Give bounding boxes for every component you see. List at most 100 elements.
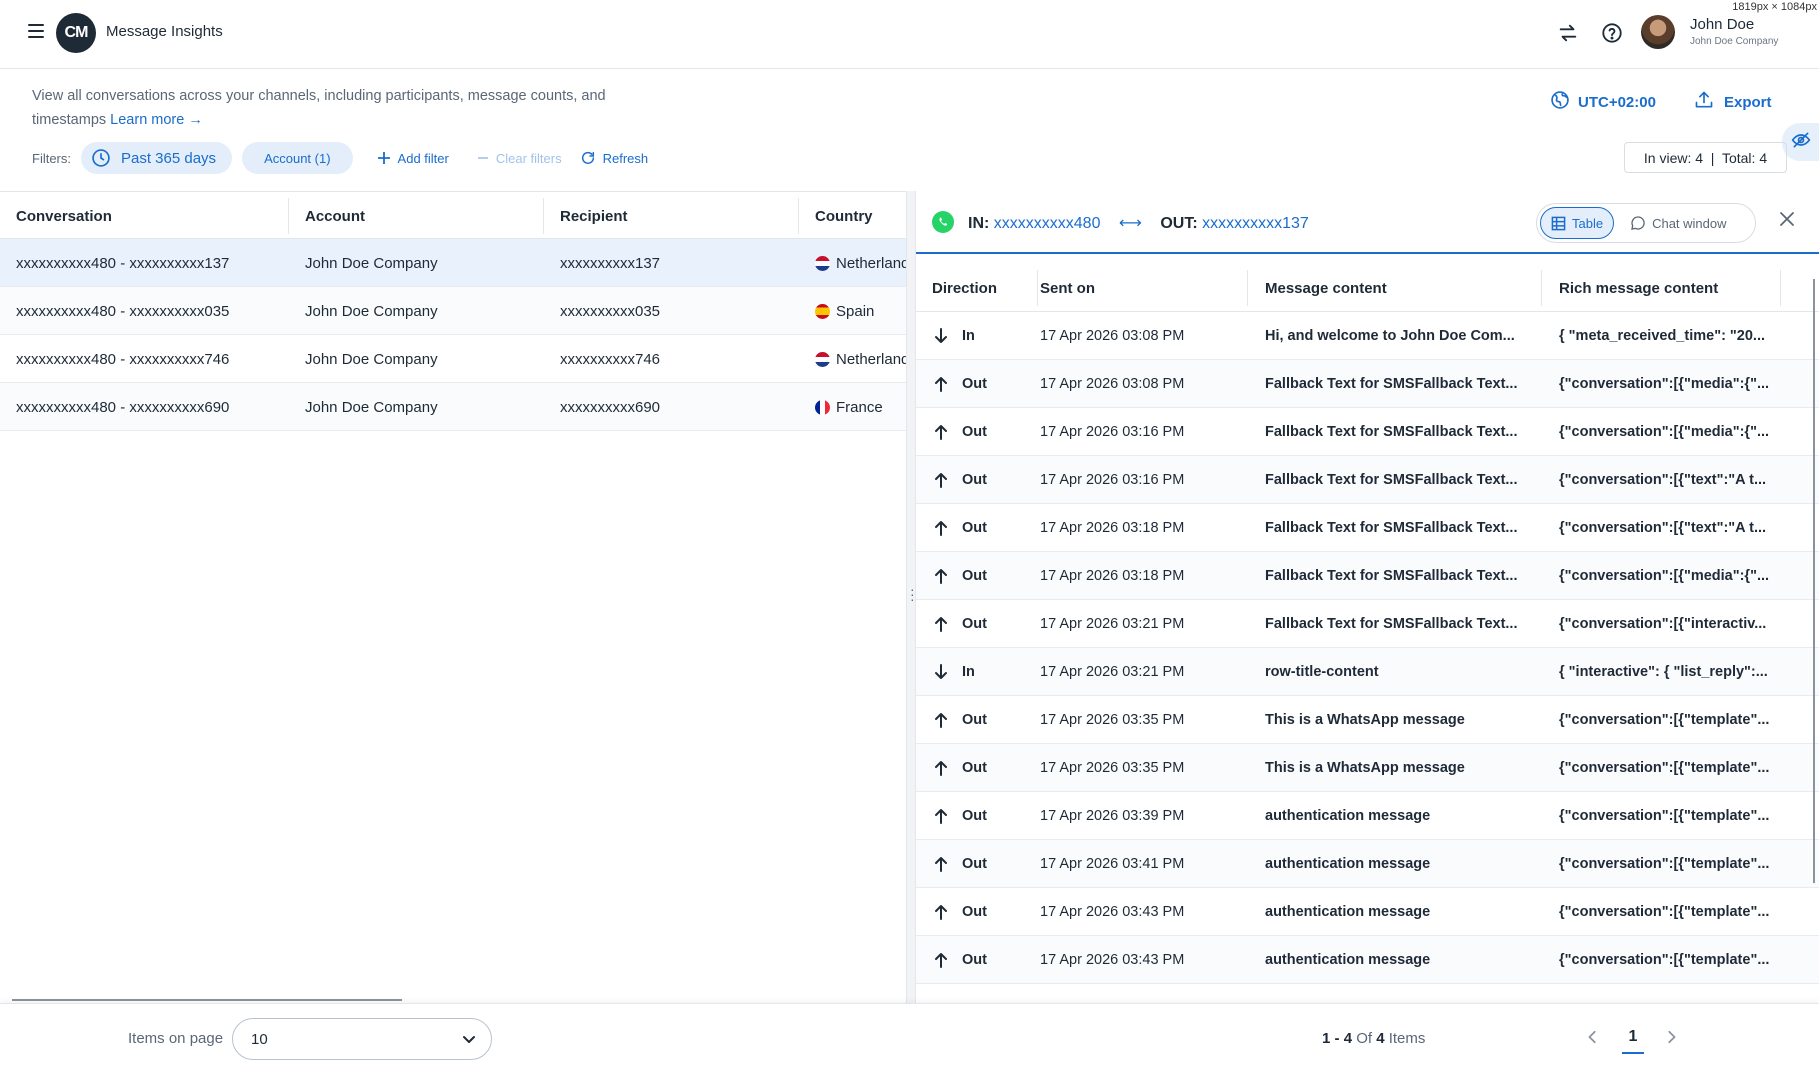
hide-panel-button[interactable] bbox=[1782, 123, 1819, 161]
sent-on-cell: 17 Apr 2026 03:08 PM bbox=[1040, 376, 1185, 392]
table-row[interactable]: Out 17 Apr 2026 03:39 PM authentication me… bbox=[916, 792, 1819, 840]
account-filter-chip[interactable]: Account (1) bbox=[242, 142, 353, 174]
column-header-recipient[interactable]: Recipient bbox=[560, 192, 800, 240]
sent-on-cell: 17 Apr 2026 03:39 PM bbox=[1040, 808, 1185, 824]
in-view-total: In view: 4 | Total: 4 bbox=[1624, 142, 1787, 173]
column-header-conversation[interactable]: Conversation bbox=[16, 192, 286, 240]
sent-on-cell: 17 Apr 2026 03:18 PM bbox=[1040, 520, 1185, 536]
chevron-right-icon[interactable] bbox=[1658, 1024, 1684, 1050]
message-content-cell: Fallback Text for SMSFallback Text... bbox=[1265, 568, 1518, 584]
country-name: Netherlands bbox=[836, 350, 906, 368]
whatsapp-icon bbox=[932, 211, 954, 233]
globe-icon bbox=[1550, 90, 1570, 114]
table-row[interactable]: Out 17 Apr 2026 03:43 PM authentication me… bbox=[916, 888, 1819, 936]
help-circle-icon[interactable] bbox=[1599, 20, 1625, 46]
refresh-button[interactable]: Refresh bbox=[580, 150, 648, 166]
table-row[interactable]: In 17 Apr 2026 03:21 PM row-title-content {… bbox=[916, 648, 1819, 696]
table-row[interactable]: xxxxxxxxxx480 - xxxxxxxxxx137 John Doe C… bbox=[0, 239, 906, 287]
refresh-icon bbox=[580, 150, 596, 166]
table-row[interactable]: xxxxxxxxxx480 - xxxxxxxxxx690 John Doe C… bbox=[0, 383, 906, 431]
conversation-detail-panel: IN: xxxxxxxxxx480 ⟷ OUT: xxxxxxxxxx137 T… bbox=[916, 191, 1819, 1003]
table-row[interactable]: Out 17 Apr 2026 03:18 PM Fallback Text for… bbox=[916, 504, 1819, 552]
vertical-scrollbar[interactable] bbox=[1813, 279, 1815, 883]
user-name[interactable]: John Doe bbox=[1690, 16, 1754, 33]
direction-label: Out bbox=[962, 856, 987, 872]
screen-size-label: 1819px × 1084px bbox=[1732, 1, 1817, 13]
column-header-rich-message-content[interactable]: Rich message content bbox=[1559, 264, 1789, 312]
top-bar: CM Message Insights John Doe John Doe Co… bbox=[0, 0, 1819, 69]
items-on-page-label: Items on page bbox=[128, 1030, 224, 1047]
horizontal-scrollbar[interactable] bbox=[12, 999, 402, 1001]
chevron-left-icon[interactable] bbox=[1580, 1024, 1606, 1050]
message-content-cell: Fallback Text for SMSFallback Text... bbox=[1265, 520, 1518, 536]
table-row[interactable]: In 17 Apr 2026 03:08 PM Hi, and welcome to… bbox=[916, 312, 1819, 360]
rich-message-content-cell: {"conversation":[{"interactiv... bbox=[1559, 616, 1767, 632]
table-row[interactable]: Out 17 Apr 2026 03:16 PM Fallback Text for… bbox=[916, 408, 1819, 456]
direction-label: Out bbox=[962, 376, 987, 392]
table-row[interactable]: Out 17 Apr 2026 03:08 PM Fallback Text for… bbox=[916, 360, 1819, 408]
date-range-chip[interactable]: Past 365 days bbox=[81, 142, 233, 174]
country-name: France bbox=[836, 398, 883, 416]
conversation-cell: xxxxxxxxxx480 - xxxxxxxxxx137 bbox=[16, 254, 230, 272]
in-number: xxxxxxxxxx480 bbox=[993, 215, 1101, 232]
column-header-country[interactable]: Country bbox=[815, 192, 906, 240]
conversation-cell: xxxxxxxxxx480 - xxxxxxxxxx035 bbox=[16, 302, 230, 320]
sent-on-cell: 17 Apr 2026 03:21 PM bbox=[1040, 616, 1185, 632]
country-cell: France bbox=[815, 383, 906, 431]
column-header-direction[interactable]: Direction bbox=[932, 264, 1032, 312]
range-suffix: Items bbox=[1384, 1030, 1426, 1047]
arrow-up-icon bbox=[934, 856, 948, 872]
items-per-page-select[interactable]: 10 bbox=[232, 1018, 492, 1060]
column-header-message-content[interactable]: Message content bbox=[1265, 264, 1535, 312]
detail-header: IN: xxxxxxxxxx480 ⟷ OUT: xxxxxxxxxx137 T… bbox=[916, 191, 1819, 254]
pagination-footer: Items on page 10 1 - 4 Of 4 Items 1 bbox=[0, 1003, 1819, 1073]
clear-filters-button[interactable]: Clear filters bbox=[477, 151, 562, 166]
table-row[interactable]: xxxxxxxxxx480 - xxxxxxxxxx746 John Doe C… bbox=[0, 335, 906, 383]
message-content-cell: Fallback Text for SMSFallback Text... bbox=[1265, 376, 1518, 392]
message-content-cell: row-title-content bbox=[1265, 664, 1379, 680]
conversations-table: Conversation Account Recipient Country x… bbox=[0, 191, 906, 1003]
learn-more-link[interactable]: Learn more → bbox=[110, 112, 203, 128]
chevron-down-icon bbox=[461, 1031, 477, 1051]
table-row[interactable]: Out 17 Apr 2026 03:35 PM This is a WhatsAp… bbox=[916, 696, 1819, 744]
sent-on-cell: 17 Apr 2026 03:41 PM bbox=[1040, 856, 1185, 872]
close-icon[interactable] bbox=[1779, 211, 1801, 233]
table-row[interactable]: Out 17 Apr 2026 03:21 PM Fallback Text for… bbox=[916, 600, 1819, 648]
rich-message-content-cell: {"conversation":[{"template"... bbox=[1559, 808, 1770, 824]
rich-message-content-cell: {"conversation":[{"template"... bbox=[1559, 904, 1770, 920]
table-view-button[interactable]: Table bbox=[1540, 207, 1615, 239]
table-row[interactable]: Out 17 Apr 2026 03:41 PM authentication me… bbox=[916, 840, 1819, 888]
column-header-account[interactable]: Account bbox=[305, 192, 545, 240]
netherlands-flag-icon bbox=[815, 255, 830, 271]
add-filter-button[interactable]: Add filter bbox=[377, 151, 449, 166]
out-label: OUT: bbox=[1160, 215, 1198, 232]
export-button[interactable]: Export bbox=[1694, 90, 1772, 114]
direction-cell: Out bbox=[934, 696, 1034, 744]
arrow-up-icon bbox=[934, 424, 948, 440]
chat-bubble-icon bbox=[1630, 215, 1646, 231]
message-content-cell: Fallback Text for SMSFallback Text... bbox=[1265, 616, 1518, 632]
pane-splitter[interactable]: · · · bbox=[906, 191, 916, 1003]
swap-arrows-icon[interactable] bbox=[1555, 20, 1581, 46]
table-row[interactable]: Out 17 Apr 2026 03:43 PM authentication me… bbox=[916, 936, 1819, 984]
message-content-cell: This is a WhatsApp message bbox=[1265, 712, 1465, 728]
column-header-sent-on[interactable]: Sent on bbox=[1040, 264, 1250, 312]
direction-label: Out bbox=[962, 424, 987, 440]
conversation-cell: xxxxxxxxxx480 - xxxxxxxxxx746 bbox=[16, 350, 230, 368]
table-header: Conversation Account Recipient Country bbox=[0, 191, 906, 239]
table-row[interactable]: Out 17 Apr 2026 03:35 PM This is a WhatsAp… bbox=[916, 744, 1819, 792]
timezone-button[interactable]: UTC+02:00 bbox=[1550, 90, 1656, 114]
recipient-cell: xxxxxxxxxx746 bbox=[560, 350, 661, 368]
table-row[interactable]: Out 17 Apr 2026 03:16 PM Fallback Text for… bbox=[916, 456, 1819, 504]
table-row[interactable]: Out 17 Apr 2026 03:18 PM Fallback Text for… bbox=[916, 552, 1819, 600]
direction-cell: Out bbox=[934, 552, 1034, 600]
table-row[interactable]: xxxxxxxxxx480 - xxxxxxxxxx035 John Doe C… bbox=[0, 287, 906, 335]
arrow-down-icon bbox=[934, 664, 948, 680]
chat-window-button[interactable]: Chat window bbox=[1620, 207, 1736, 239]
hamburger-icon[interactable] bbox=[28, 24, 44, 38]
page-number-current[interactable]: 1 bbox=[1622, 1024, 1644, 1054]
cm-logo[interactable]: CM bbox=[56, 13, 96, 53]
direction-cell: Out bbox=[934, 888, 1034, 936]
avatar[interactable] bbox=[1641, 15, 1675, 49]
drag-handle-icon[interactable]: · · · bbox=[910, 582, 915, 606]
